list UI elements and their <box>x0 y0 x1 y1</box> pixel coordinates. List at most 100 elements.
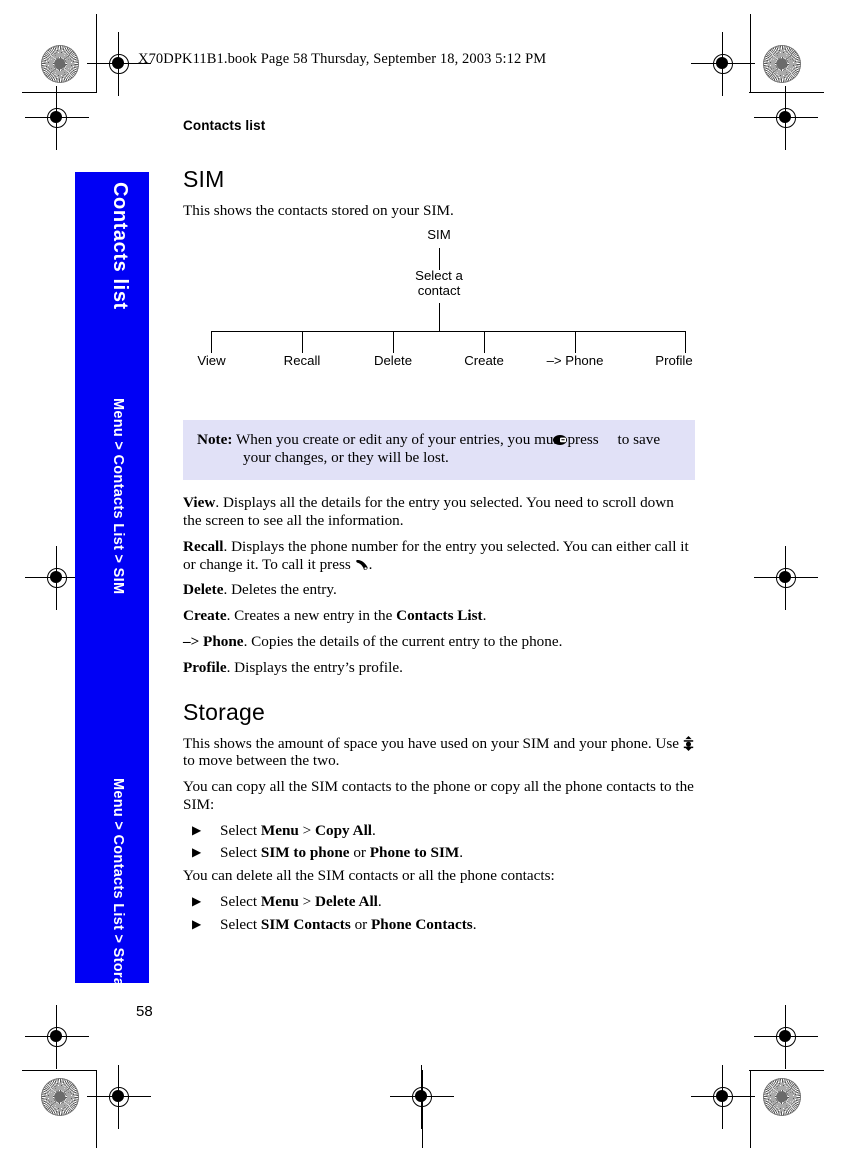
storage-intro-before-icon: This shows the amount of space you have … <box>183 734 683 752</box>
storage-delete-lead: You can delete all the SIM contacts or a… <box>183 867 555 885</box>
tree-drop-profile <box>685 330 686 353</box>
trim-line-top-right-vertical <box>750 14 751 92</box>
definition-delete: Delete. Deletes the entry. <box>183 581 695 599</box>
step-bold-2: Copy All <box>315 821 373 839</box>
tree-drop-create <box>484 330 485 353</box>
book-file-header: X70DPK11B1.book Page 58 Thursday, Septem… <box>138 51 547 67</box>
storage-delete-steps: ▶ Select Menu > Delete All. ▶ Select SIM C… <box>183 893 695 934</box>
registration-star-top-left <box>41 45 79 83</box>
step-suffix: . <box>377 892 382 910</box>
trim-line-bottom-center-vertical <box>422 1070 423 1148</box>
arrow-bullet-icon: ▶ <box>192 822 202 837</box>
trim-line-bottom-right-vertical <box>750 1070 751 1148</box>
list-item[interactable]: ▶ Select SIM Contacts or Phone Contacts. <box>183 916 695 934</box>
storage-intro-after-icon: to move between the two. <box>183 752 340 770</box>
registration-target-mid-left <box>25 546 89 610</box>
registration-target-lower-right <box>754 1005 818 1069</box>
arrow-bullet-icon: ▶ <box>192 916 202 931</box>
tree-drop-recall <box>302 330 303 353</box>
tree-drop-delete <box>393 330 394 353</box>
tree-line-middle-to-bus <box>439 302 440 331</box>
step-bold-1: SIM to phone <box>260 844 350 862</box>
arrow-bullet-icon: ▶ <box>192 893 202 908</box>
section-heading-storage: Storage <box>183 698 265 725</box>
registration-target-bottom-left <box>87 1065 151 1129</box>
step-mid: or <box>349 844 370 862</box>
definition-text-recall-after-icon: . <box>368 555 373 573</box>
section-heading-sim: SIM <box>183 166 225 192</box>
note-text-before-icon: When you create or edit any of your entr… <box>235 430 599 448</box>
note-label: Note: <box>197 430 233 448</box>
step-bold-1: Menu <box>260 821 299 839</box>
tree-drop-view <box>211 330 212 353</box>
trim-line-top-left-vertical <box>96 14 97 92</box>
list-item[interactable]: ▶ Select Menu > Copy All. <box>183 822 695 840</box>
tree-bus-line <box>211 330 685 332</box>
tree-node-middle-line1: Select a <box>415 267 463 283</box>
registration-target-lower-left <box>25 1005 89 1069</box>
definition-recall: Recall. Displays the phone number for th… <box>183 538 695 574</box>
step-suffix: . <box>372 821 376 839</box>
step-mid: > <box>298 821 316 839</box>
registration-target-bottom-right <box>691 1065 755 1129</box>
registration-target-top-left <box>87 32 151 96</box>
trim-line-bottom-left-vertical <box>96 1070 97 1148</box>
arrow-bullet-icon: ▶ <box>192 845 202 860</box>
step-bold-1: SIM Contacts <box>260 915 351 933</box>
definition-text-create-part2: . <box>482 607 487 625</box>
definition-text-delete: . Deletes the entry. <box>223 581 337 599</box>
definition-create: Create. Creates a new entry in the Conta… <box>183 607 695 625</box>
sim-intro-text: This shows the contacts stored on your S… <box>183 202 454 219</box>
registration-target-upper-left <box>25 86 89 150</box>
trim-line-upper-right-horizontal <box>749 92 824 93</box>
definition-term-to-phone: –> Phone <box>183 632 244 650</box>
storage-copy-steps: ▶ Select Menu > Copy All. ▶ Select SIM to … <box>183 822 695 863</box>
page-number: 58 <box>136 1003 153 1020</box>
definition-term-create: Create <box>183 607 227 625</box>
trim-line-lower-left-horizontal <box>22 1070 97 1071</box>
registration-star-bottom-right <box>763 1078 801 1116</box>
page-content: Contacts list SIM This shows the contact… <box>183 118 695 939</box>
side-tab-path-sim: Menu > Contacts List > SIM <box>110 398 126 595</box>
step-mid: or <box>350 915 372 933</box>
definition-text-to-phone: . Copies the details of the current entr… <box>243 632 563 650</box>
trim-line-lower-right-horizontal <box>749 1070 824 1071</box>
tree-leaf-to-phone: –> Phone <box>546 352 604 368</box>
step-suffix: . <box>459 844 464 862</box>
definition-term-recall: Recall <box>183 537 224 555</box>
note-box: Note: When you create or edit any of you… <box>183 419 695 481</box>
step-prefix: Select <box>220 821 261 839</box>
sim-menu-tree-diagram: SIM Select a contact View Recall Delete … <box>183 226 695 368</box>
step-bold-2: Phone Contacts <box>371 915 473 933</box>
registration-star-bottom-left <box>41 1078 79 1116</box>
step-suffix: . <box>472 915 477 933</box>
trim-line-upper-left-horizontal <box>22 92 97 93</box>
joystick-up-down-icon <box>683 735 694 751</box>
tree-leaf-recall: Recall <box>283 352 321 368</box>
tree-leaf-delete: Delete <box>373 352 413 368</box>
definition-term-view: View <box>183 494 216 512</box>
step-bold-2: Delete All <box>315 892 378 910</box>
step-prefix: Select <box>220 844 261 862</box>
definition-term-delete: Delete <box>183 581 224 599</box>
definition-text-create-bold: Contacts List <box>396 607 483 625</box>
side-tab-title: Contacts list <box>109 182 131 310</box>
storage-copy-lead: You can copy all the SIM contacts to the… <box>183 778 694 813</box>
step-mid: > <box>298 892 316 910</box>
storage-intro-text: This shows the amount of space you have … <box>183 735 695 771</box>
step-bold-1: Menu <box>260 892 299 910</box>
registration-star-top-right <box>763 45 801 83</box>
tree-node-root: SIM <box>427 226 451 242</box>
tree-node-middle: Select a contact <box>405 267 473 299</box>
tree-leaf-profile: Profile <box>655 352 693 368</box>
definition-text-profile: . Displays the entry’s profile. <box>226 658 403 676</box>
step-bold-2: Phone to SIM <box>369 844 460 862</box>
definition-text-recall-before-icon: . Displays the phone number for the entr… <box>183 537 689 573</box>
list-item[interactable]: ▶ Select Menu > Delete All. <box>183 893 695 911</box>
step-prefix: Select <box>220 892 261 910</box>
tree-line-root-to-middle <box>439 247 440 270</box>
list-item[interactable]: ▶ Select SIM to phone or Phone to SIM. <box>183 844 695 862</box>
call-key-icon <box>355 558 369 570</box>
definition-term-profile: Profile <box>183 658 227 676</box>
step-prefix: Select <box>220 915 261 933</box>
